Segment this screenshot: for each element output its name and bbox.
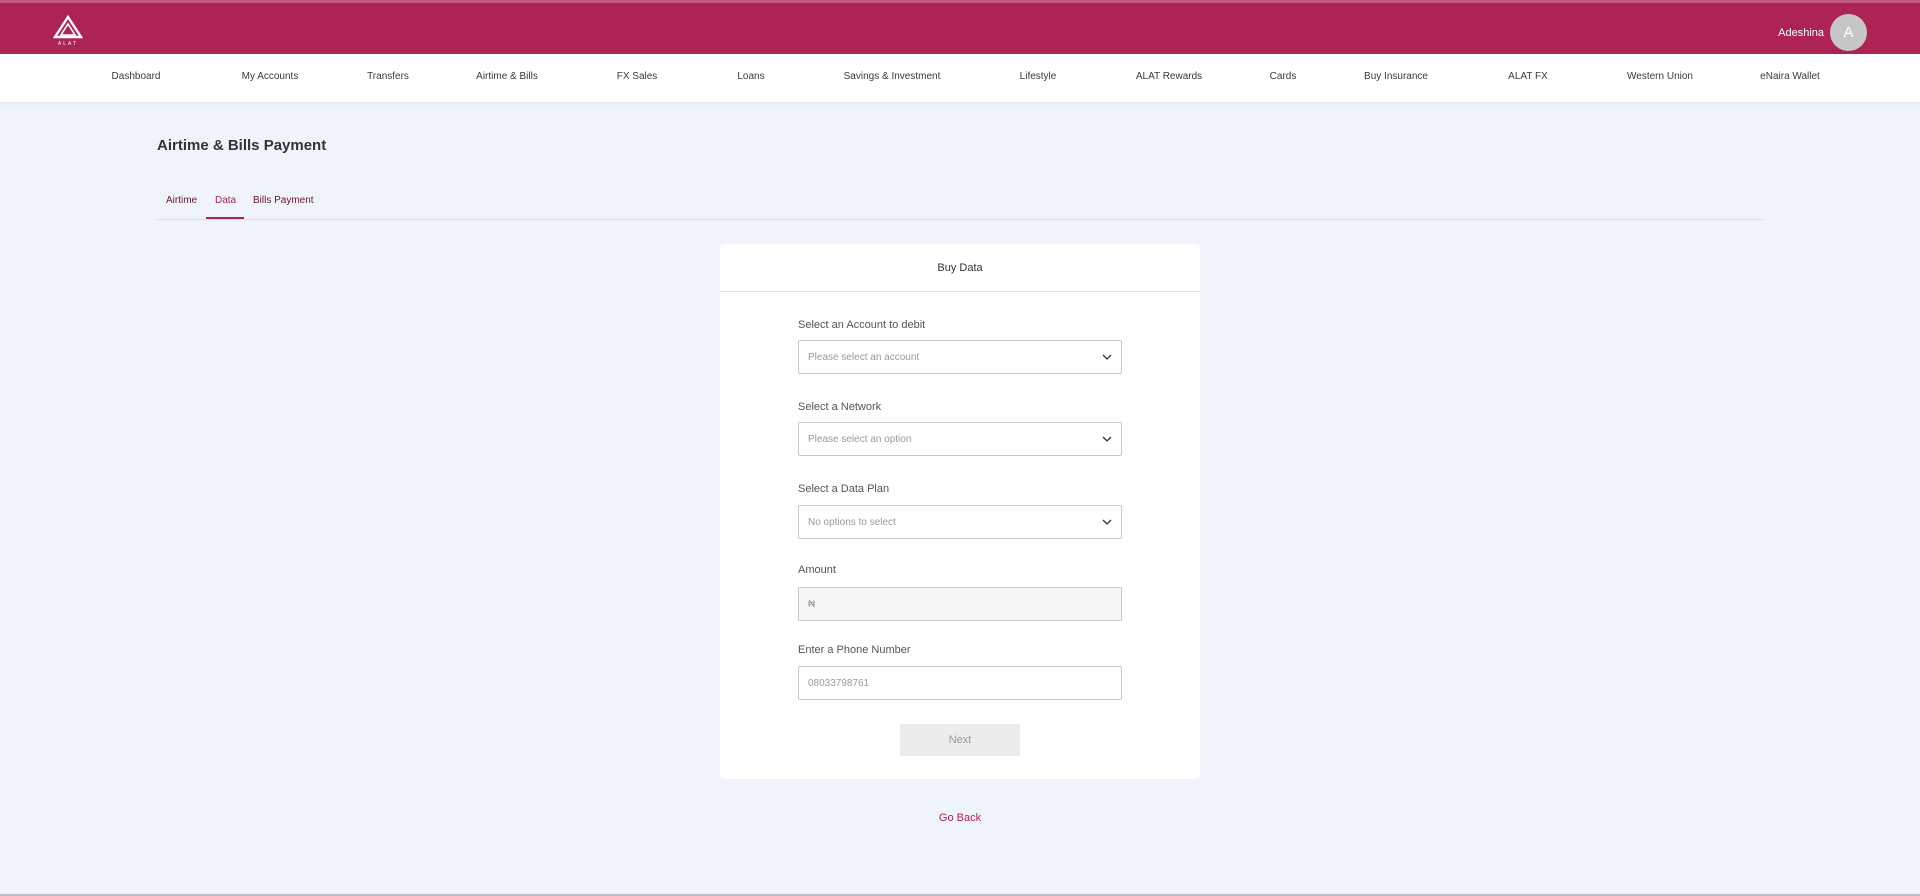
buy-data-card: Buy Data Select an Account to debit Plea…	[720, 244, 1200, 779]
nav-item-alat-rewards[interactable]: ALAT Rewards	[1136, 71, 1202, 82]
chevron-down-icon	[1102, 354, 1112, 360]
user-name: Adeshina	[1778, 26, 1824, 39]
alat-logo-icon[interactable]: ALAT	[53, 15, 83, 47]
data-plan-label: Select a Data Plan	[798, 483, 890, 495]
active-tab-indicator	[206, 217, 244, 219]
nav-item-fx-sales[interactable]: FX Sales	[617, 71, 658, 82]
account-label: Select an Account to debit	[798, 319, 926, 331]
avatar[interactable]: A	[1830, 14, 1867, 51]
amount-field[interactable]: ₦	[798, 587, 1122, 621]
tab-bills-payment[interactable]: Bills Payment	[253, 195, 314, 206]
data-plan-placeholder: No options to select	[808, 516, 896, 528]
nav-item-airtime-bills[interactable]: Airtime & Bills	[476, 71, 538, 82]
network-label: Select a Network	[798, 401, 882, 413]
nav-item-alat-fx[interactable]: ALAT FX	[1508, 71, 1548, 82]
account-select[interactable]: Please select an account	[798, 340, 1122, 374]
nav-item-savings-investment[interactable]: Savings & Investment	[844, 71, 941, 82]
tab-data[interactable]: Data	[215, 195, 236, 206]
nav-item-loans[interactable]: Loans	[737, 71, 764, 82]
nav-item-lifestyle[interactable]: Lifestyle	[1020, 71, 1057, 82]
nav-item-western-union[interactable]: Western Union	[1627, 71, 1693, 82]
nav-item-transfers[interactable]: Transfers	[367, 71, 409, 82]
nav-item-my-accounts[interactable]: My Accounts	[242, 71, 299, 82]
phone-label: Enter a Phone Number	[798, 644, 911, 656]
chevron-down-icon	[1102, 436, 1112, 442]
top-header-bar: ALAT Adeshina A	[0, 0, 1920, 54]
nav-item-cards[interactable]: Cards	[1270, 71, 1297, 82]
network-select[interactable]: Please select an option	[798, 422, 1122, 456]
nav-item-buy-insurance[interactable]: Buy Insurance	[1364, 71, 1428, 82]
nav-item-enaira-wallet[interactable]: eNaira Wallet	[1760, 71, 1820, 82]
user-menu[interactable]: Adeshina A	[1778, 14, 1867, 51]
chevron-down-icon	[1102, 519, 1112, 525]
card-title: Buy Data	[720, 244, 1200, 292]
amount-label: Amount	[798, 564, 836, 576]
svg-text:ALAT: ALAT	[58, 41, 78, 47]
payment-tabs: Airtime Data Bills Payment	[157, 190, 1763, 220]
tab-airtime[interactable]: Airtime	[166, 195, 197, 206]
data-plan-select[interactable]: No options to select	[798, 505, 1122, 539]
page-title: Airtime & Bills Payment	[157, 137, 327, 154]
network-placeholder: Please select an option	[808, 433, 912, 445]
phone-input[interactable]: 08033798761	[798, 666, 1122, 700]
account-placeholder: Please select an account	[808, 351, 920, 363]
phone-placeholder: 08033798761	[808, 677, 870, 689]
go-back-link[interactable]: Go Back	[939, 812, 981, 824]
main-nav: Dashboard My Accounts Transfers Airtime …	[0, 54, 1920, 102]
nav-item-dashboard[interactable]: Dashboard	[112, 71, 161, 82]
next-button[interactable]: Next	[900, 724, 1020, 756]
naira-currency-prefix: ₦	[808, 598, 816, 610]
